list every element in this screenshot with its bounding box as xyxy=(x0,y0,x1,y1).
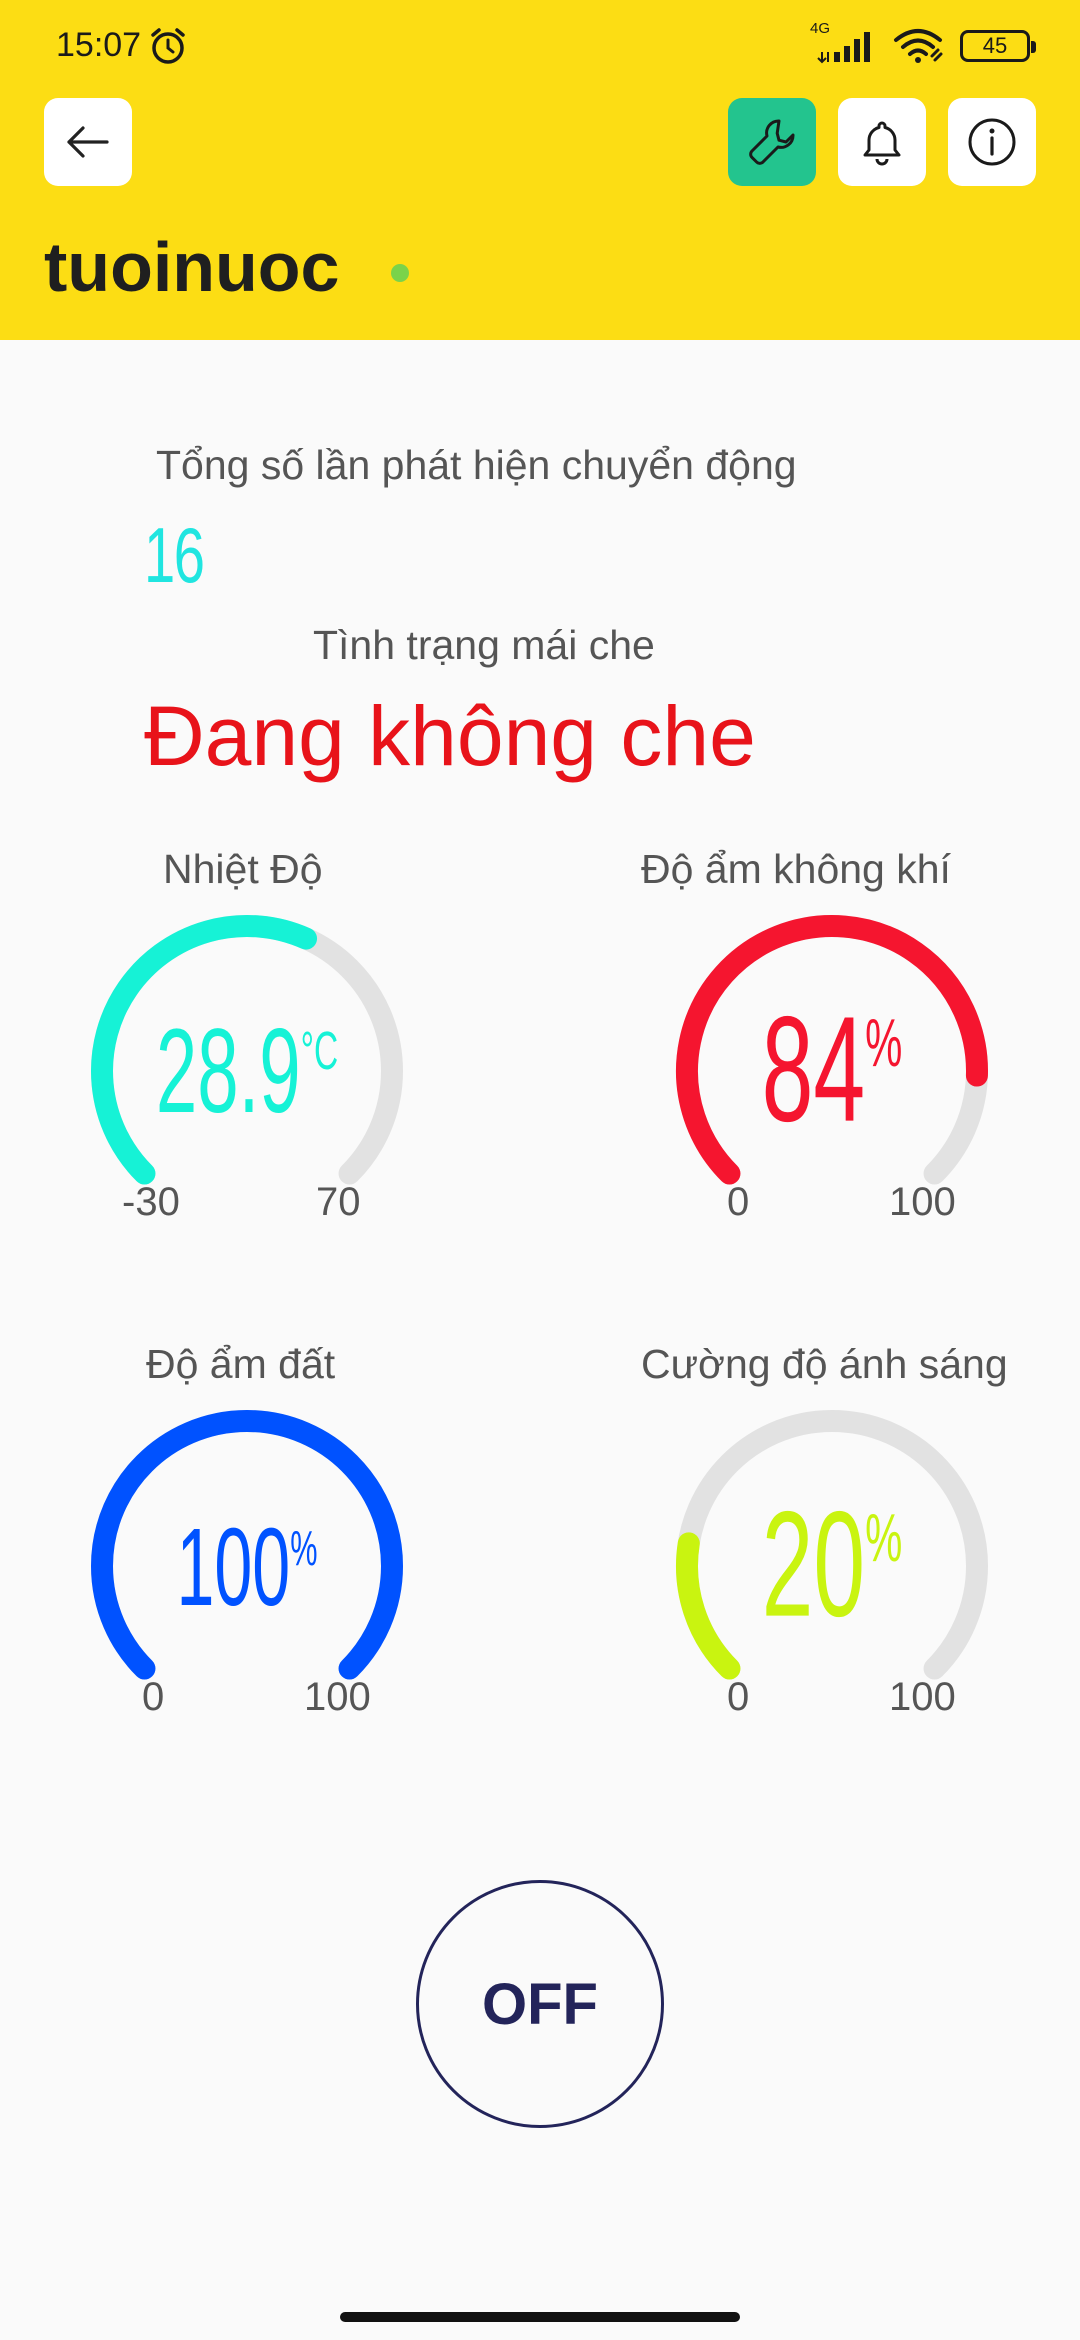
gauge-value: 84% xyxy=(762,986,903,1153)
alarm-clock-icon xyxy=(151,28,185,64)
battery-icon: 45 xyxy=(960,30,1036,62)
battery-level: 45 xyxy=(982,33,1008,58)
gauge-value: 20% xyxy=(762,1481,903,1648)
arrow-left-icon xyxy=(67,126,109,158)
project-title: tuoinuoc xyxy=(44,228,340,306)
gauge-min-soil-humidity: 0 xyxy=(142,1675,165,1719)
gauge-max-temperature: 70 xyxy=(316,1180,361,1224)
online-status-dot xyxy=(391,264,409,282)
motion-count-value: 16 xyxy=(144,511,205,599)
home-indicator[interactable] xyxy=(340,2312,740,2322)
bell-icon xyxy=(863,121,901,166)
gauge-soil-humidity: 100% xyxy=(91,1410,403,1680)
info-button[interactable] xyxy=(948,98,1036,186)
gauge-max-light-intensity: 100 xyxy=(889,1675,956,1719)
gauge-value: 100% xyxy=(176,1506,317,1629)
notifications-button[interactable] xyxy=(838,98,926,186)
status-icons: 4G 45 xyxy=(810,20,1036,68)
gauge-value: 28.9°C xyxy=(156,1006,338,1139)
gauge-min-light-intensity: 0 xyxy=(727,1675,750,1719)
gauge-title-temperature: Nhiệt Độ xyxy=(163,846,323,892)
roof-status-label: Tình trạng mái che xyxy=(313,622,655,668)
gauge-max-soil-humidity: 100 xyxy=(304,1675,371,1719)
power-toggle-button[interactable]: OFF xyxy=(416,1880,664,2128)
status-time: 15:07 xyxy=(56,26,142,64)
gauge-title-soil-humidity: Độ ẩm đất xyxy=(146,1341,336,1387)
back-button[interactable] xyxy=(44,98,132,186)
gauge-value-arc xyxy=(676,1532,741,1680)
gauge-air-humidity: 84% xyxy=(676,915,988,1185)
wrench-icon xyxy=(749,119,795,165)
cellular-signal-icon: 4G xyxy=(810,20,880,66)
gauge-min-air-humidity: 0 xyxy=(727,1180,750,1224)
network-type: 4G xyxy=(810,20,831,37)
app-header: 15:07 4G 45 tuoinuoc xyxy=(0,0,1080,340)
gauge-title-air-humidity: Độ ẩm không khí xyxy=(641,846,951,892)
motion-count-label: Tổng số lần phát hiện chuyển động xyxy=(156,442,797,488)
info-icon xyxy=(968,118,1016,166)
gauge-min-temperature: -30 xyxy=(122,1180,180,1224)
wifi-icon xyxy=(894,29,943,63)
status-bar: 15:07 4G 45 xyxy=(0,0,1080,90)
gauge-max-air-humidity: 100 xyxy=(889,1180,956,1224)
settings-wrench-button[interactable] xyxy=(728,98,816,186)
gauge-title-light-intensity: Cường độ ánh sáng xyxy=(641,1341,1008,1387)
gauge-temperature: 28.9°C xyxy=(91,915,403,1185)
roof-status-value: Đang không che xyxy=(144,689,756,783)
gauge-light-intensity: 20% xyxy=(676,1410,988,1680)
